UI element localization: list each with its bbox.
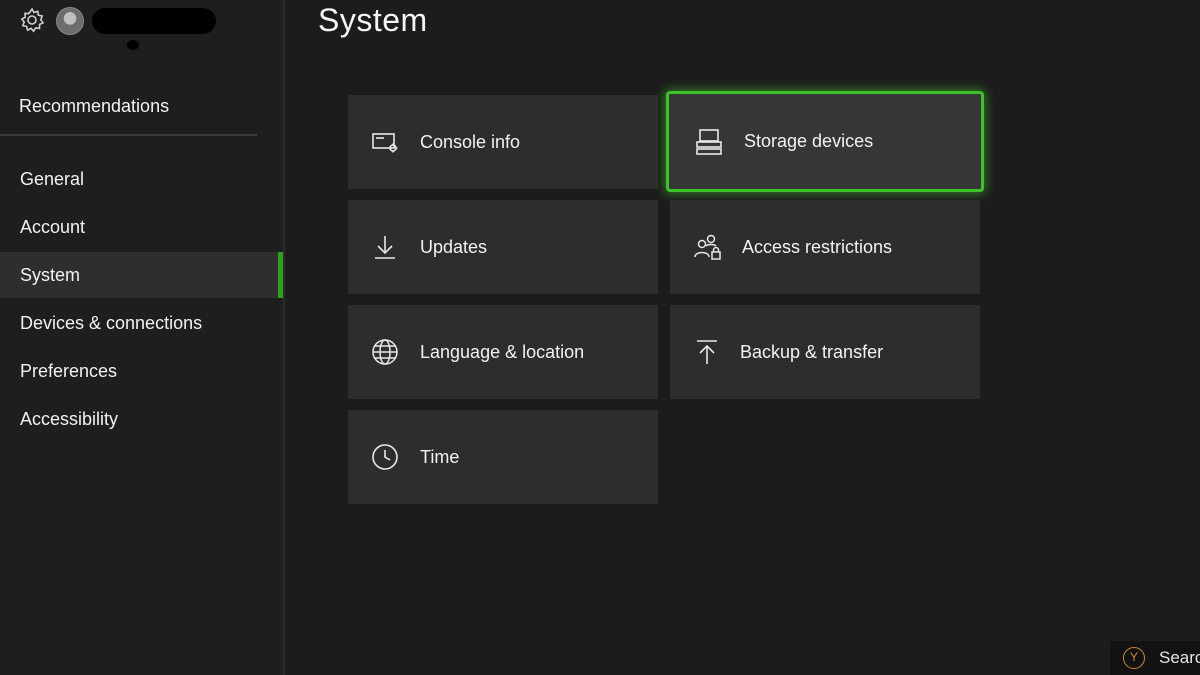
page-title: System: [318, 2, 428, 38]
console-info-icon: [370, 127, 400, 157]
redacted-gamertag: [92, 8, 216, 34]
download-icon: [370, 232, 400, 262]
tile-label: Time: [420, 446, 460, 467]
gear-icon[interactable]: [18, 6, 46, 34]
sidebar: Recommendations General Account System D…: [0, 0, 285, 675]
sidebar-item-general[interactable]: General: [0, 156, 283, 202]
sidebar-item-devices-connections[interactable]: Devices & connections: [0, 300, 283, 346]
tile-label: Access restrictions: [742, 236, 893, 257]
tile-label: Console info: [420, 131, 521, 152]
tile-label: Language & location: [420, 341, 585, 362]
tile-time[interactable]: Time: [348, 410, 658, 504]
redacted-mark: [127, 40, 139, 50]
upload-icon: [692, 337, 722, 367]
sidebar-divider: [0, 134, 257, 136]
tile-label: Backup & transfer: [740, 341, 884, 362]
profile-bar: [0, 0, 283, 60]
storage-icon: [694, 127, 724, 157]
search-hint-label: Searc: [1159, 648, 1200, 667]
tile-storage-devices[interactable]: Storage devices: [666, 91, 984, 192]
tile-backup-transfer[interactable]: Backup & transfer: [670, 305, 980, 399]
clock-icon: [370, 442, 400, 472]
y-button-icon: Y: [1123, 647, 1145, 669]
avatar[interactable]: [56, 7, 84, 35]
search-hint[interactable]: Y Searc: [1110, 641, 1200, 675]
globe-icon: [370, 337, 400, 367]
tile-access-restrictions[interactable]: Access restrictions: [670, 200, 980, 294]
sidebar-item-recommendations[interactable]: Recommendations: [19, 96, 169, 117]
sidebar-nav: General Account System Devices & connect…: [0, 156, 283, 444]
sidebar-item-account[interactable]: Account: [0, 204, 283, 250]
tile-updates[interactable]: Updates: [348, 200, 658, 294]
sidebar-item-accessibility[interactable]: Accessibility: [0, 396, 283, 442]
sidebar-item-preferences[interactable]: Preferences: [0, 348, 283, 394]
people-lock-icon: [692, 232, 722, 262]
tile-console-info[interactable]: Console info: [348, 95, 658, 189]
tile-label: Storage devices: [744, 131, 874, 151]
sidebar-item-system[interactable]: System: [0, 252, 283, 298]
tile-label: Updates: [420, 236, 488, 257]
tile-language-location[interactable]: Language & location: [348, 305, 658, 399]
